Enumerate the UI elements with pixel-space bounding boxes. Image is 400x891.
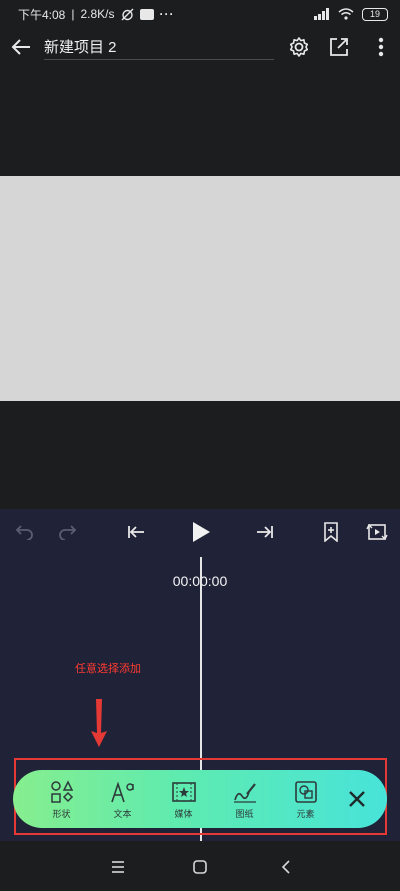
message-icon xyxy=(139,8,154,20)
tool-media-label: 媒体 xyxy=(174,808,193,819)
undo-icon xyxy=(15,525,33,540)
bookmark-add-icon xyxy=(324,522,338,542)
share-icon xyxy=(330,38,348,56)
tool-text-label: 文本 xyxy=(113,808,132,819)
more-vertical-icon xyxy=(378,37,384,57)
project-canvas[interactable] xyxy=(0,176,400,401)
tool-shape-label: 形状 xyxy=(52,808,71,819)
preview-area-bottom xyxy=(0,401,400,509)
clock: 下午4:08 xyxy=(18,7,66,22)
gear-icon xyxy=(289,37,309,57)
signal-icon xyxy=(314,8,330,20)
skip-to-start-button[interactable] xyxy=(123,519,149,545)
redo-icon xyxy=(59,525,77,540)
arrow-left-icon xyxy=(11,39,30,55)
home-icon xyxy=(193,860,207,874)
skip-to-end-button[interactable] xyxy=(252,519,278,545)
text-icon xyxy=(109,779,137,805)
tool-drawing-label: 图纸 xyxy=(235,808,254,819)
tool-drawing-button[interactable]: 图纸 xyxy=(214,773,275,825)
shape-icon xyxy=(48,779,76,805)
home-button[interactable] xyxy=(188,855,212,879)
tool-media-button[interactable]: 媒体 xyxy=(153,773,214,825)
tool-shape-button[interactable]: 形状 xyxy=(31,773,92,825)
media-icon xyxy=(170,779,198,805)
recent-apps-button[interactable] xyxy=(106,855,130,879)
wifi-icon xyxy=(338,8,354,20)
system-back-button[interactable] xyxy=(274,855,298,879)
bookmark-button[interactable] xyxy=(318,519,344,545)
add-element-toolbar: 形状 文本 媒体 图纸 元素 xyxy=(13,770,387,828)
alarm-off-icon xyxy=(121,8,134,21)
chevron-left-icon xyxy=(281,860,290,874)
skip-start-icon xyxy=(128,526,144,538)
tool-text-button[interactable]: 文本 xyxy=(92,773,153,825)
transport-controls xyxy=(0,509,400,555)
more-button[interactable] xyxy=(368,34,394,60)
network-speed: 2.8K/s xyxy=(80,7,115,21)
settings-button[interactable] xyxy=(286,34,312,60)
tool-element-label: 元素 xyxy=(296,808,315,819)
divider: | xyxy=(71,7,75,21)
tool-element-button[interactable]: 元素 xyxy=(275,773,336,825)
undo-button[interactable] xyxy=(10,519,36,545)
play-icon xyxy=(193,522,210,542)
more-notifications-icon: ··· xyxy=(159,7,175,21)
back-button[interactable] xyxy=(8,34,34,60)
play-button[interactable] xyxy=(188,519,214,545)
redo-button[interactable] xyxy=(56,519,82,545)
loop-play-icon xyxy=(366,523,388,541)
menu-icon xyxy=(112,861,124,873)
close-toolbar-button[interactable] xyxy=(343,785,371,813)
battery-icon: 19 xyxy=(362,7,388,21)
close-icon xyxy=(349,791,365,807)
status-bar: 下午4:08 | 2.8K/s ··· 19 xyxy=(0,0,400,28)
project-title-input[interactable]: 新建项目 2 xyxy=(44,34,274,60)
drawing-icon xyxy=(231,779,259,805)
app-bar: 新建项目 2 xyxy=(0,28,400,66)
loop-preview-button[interactable] xyxy=(364,519,390,545)
annotation-hint: 任意选择添加 xyxy=(75,663,141,675)
preview-area-top xyxy=(0,66,400,176)
element-icon xyxy=(292,779,320,805)
annotation-arrow-icon xyxy=(91,699,107,747)
timeline-panel: 00:00:00 任意选择添加 形状 文本 媒体 xyxy=(0,509,400,841)
system-nav-bar xyxy=(0,841,400,891)
share-button[interactable] xyxy=(326,34,352,60)
skip-end-icon xyxy=(257,526,273,538)
